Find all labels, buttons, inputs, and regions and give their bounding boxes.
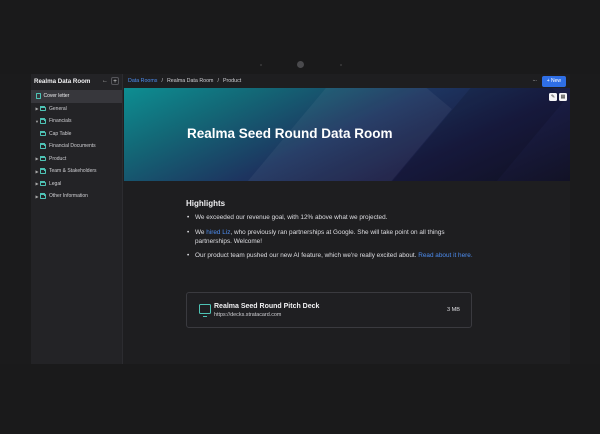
folder-icon — [40, 143, 46, 149]
sidebar-item-cover-letter[interactable]: Cover letter — [31, 90, 122, 103]
list-item: Our product team pushed our new AI featu… — [186, 252, 476, 261]
banner-tools: ✎ ▦ — [547, 93, 567, 101]
new-button[interactable]: + New — [541, 75, 566, 87]
highlights-list: We exceeded our revenue goal, with 12% a… — [186, 214, 476, 261]
sidebar-item-label: Financial Documents — [49, 143, 96, 150]
file-size: 3 MB — [446, 307, 460, 313]
sidebar-item-label: Cap Table — [49, 130, 72, 137]
folder-icon — [40, 105, 46, 111]
sidebar-item-general[interactable]: ▶ General — [31, 103, 122, 116]
sidebar-header: Realma Data Room ← + — [31, 74, 122, 88]
device-bezel-top — [0, 0, 600, 74]
list-item-text: , who previously ran partnerships at Goo… — [195, 228, 445, 245]
sidebar-item-financials[interactable]: ▼ Financials — [31, 115, 122, 128]
app-screen: Realma Data Room ← + Cover letter ▶ Gene… — [31, 74, 570, 364]
collapse-sidebar-button[interactable]: ← — [102, 78, 108, 84]
more-options-button[interactable]: ··· — [532, 78, 537, 84]
pitch-deck-card[interactable]: Realma Seed Round Pitch Deck https://dec… — [186, 292, 472, 328]
folder-icon — [40, 180, 46, 186]
section-heading: Highlights — [186, 199, 226, 208]
edit-cover-icon[interactable]: ✎ — [549, 93, 557, 101]
sidebar-item-team-stakeholders[interactable]: ▶ Team & Stakeholders — [31, 165, 122, 178]
list-item-text: Our product team pushed our new AI featu… — [195, 252, 419, 260]
folder-tree: Cover letter ▶ General ▼ Financials Cap … — [31, 90, 122, 203]
sidebar-item-legal[interactable]: ▶ Legal — [31, 178, 122, 191]
document-icon — [36, 93, 41, 100]
device-sensor — [260, 64, 262, 66]
sidebar-item-label: Team & Stakeholders — [49, 168, 97, 175]
breadcrumb-separator: / — [217, 78, 219, 84]
camera-icon — [297, 61, 304, 68]
list-item: We exceeded our revenue goal, with 12% a… — [186, 214, 476, 223]
sidebar-item-label: Cover letter — [43, 93, 70, 100]
list-item-text: We — [195, 228, 207, 236]
sidebar-item-cap-table[interactable]: Cap Table — [31, 128, 122, 141]
sidebar-item-other-information[interactable]: ▶ Other Information — [31, 190, 122, 203]
sidebar: Realma Data Room ← + Cover letter ▶ Gene… — [31, 74, 123, 364]
document-content: Highlights We exceeded our revenue goal,… — [186, 199, 476, 267]
hired-liz-link[interactable]: hired Liz — [206, 229, 230, 236]
folder-icon — [40, 130, 46, 136]
sidebar-item-label: Other Information — [49, 193, 88, 200]
folder-icon — [40, 118, 46, 124]
folder-icon — [40, 193, 46, 199]
breadcrumb-realma-data-room[interactable]: Realma Data Room — [167, 78, 214, 84]
device-bezel-bottom — [0, 364, 600, 434]
breadcrumb-separator: / — [161, 78, 163, 84]
list-item-text: We exceeded our revenue goal, with 12% a… — [195, 214, 388, 221]
read-about-link[interactable]: Read about it here. — [418, 252, 472, 259]
change-cover-icon[interactable]: ▦ — [559, 93, 567, 101]
folder-icon — [40, 168, 46, 174]
list-item: We hired Liz, who previously ran partner… — [186, 229, 476, 247]
presentation-icon — [199, 304, 211, 317]
sidebar-item-label: Product — [49, 155, 67, 162]
sidebar-item-financial-documents[interactable]: Financial Documents — [31, 140, 122, 153]
sidebar-item-label: General — [49, 105, 67, 112]
sidebar-item-label: Financials — [49, 118, 72, 125]
card-url: https://decks.stratacard.com — [214, 312, 282, 318]
top-bar: Data Rooms / Realma Data Room / Product … — [124, 74, 570, 88]
device-sensor — [340, 64, 342, 66]
folder-icon — [40, 155, 46, 161]
sidebar-item-product[interactable]: ▶ Product — [31, 153, 122, 166]
sidebar-item-label: Legal — [49, 180, 62, 187]
sidebar-title: Realma Data Room — [34, 77, 91, 85]
breadcrumb-product: Product — [222, 78, 242, 84]
card-title: Realma Seed Round Pitch Deck — [214, 303, 320, 310]
add-item-button[interactable]: + — [111, 77, 119, 85]
page-title: Realma Seed Round Data Room — [187, 126, 393, 141]
breadcrumb-data-rooms[interactable]: Data Rooms — [128, 78, 157, 84]
cover-banner: Realma Seed Round Data Room ✎ ▦ — [124, 88, 570, 181]
